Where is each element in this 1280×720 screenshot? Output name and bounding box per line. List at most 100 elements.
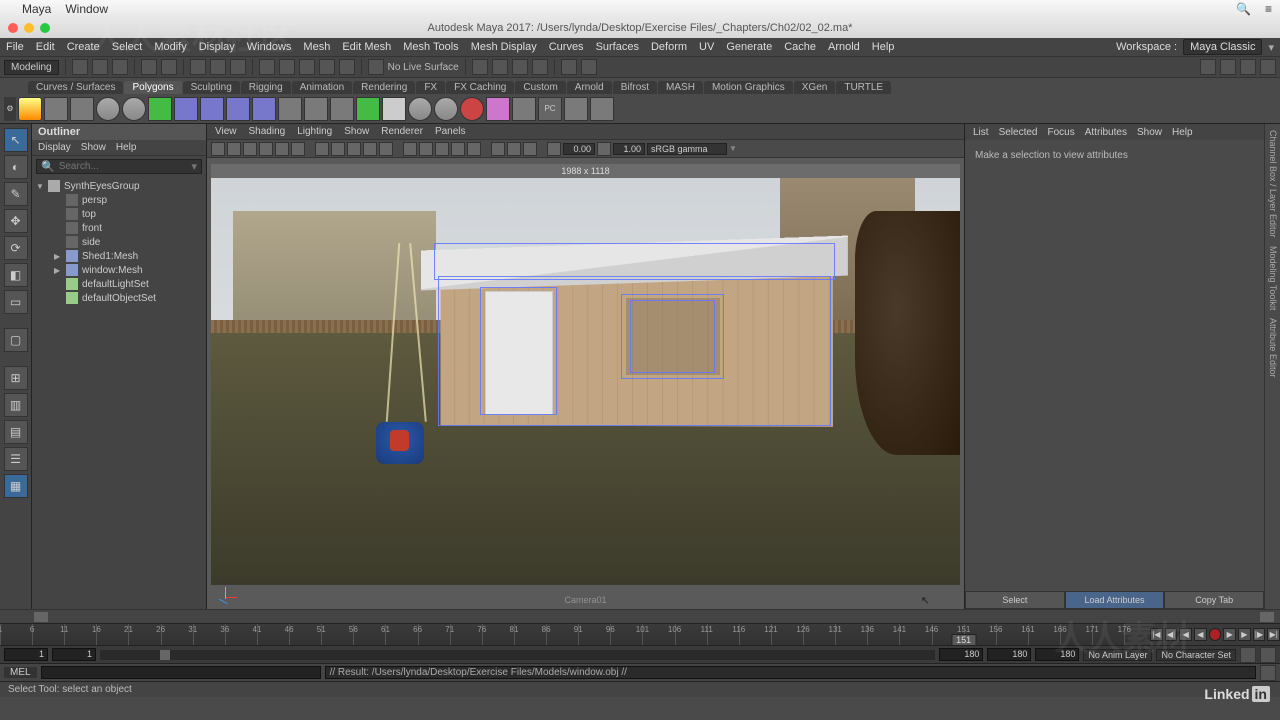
shelf-options-icon[interactable]: ⚙ <box>4 97 16 121</box>
film-gate-icon[interactable] <box>259 142 273 156</box>
outliner-item[interactable]: side <box>32 235 206 249</box>
shelf-tab[interactable]: Motion Graphics <box>704 81 793 94</box>
new-scene-icon[interactable] <box>72 59 88 75</box>
gamma-icon[interactable] <box>597 142 611 156</box>
camera-select-icon[interactable] <box>211 142 225 156</box>
lasso-tool-icon[interactable]: ◐ <box>4 155 28 179</box>
anim-layer-dropdown[interactable]: No Anim Layer <box>1083 649 1152 661</box>
paint-select-icon[interactable] <box>230 59 246 75</box>
menu-item[interactable]: Display <box>199 41 235 53</box>
shelf-button[interactable] <box>356 97 380 121</box>
snap-point-icon[interactable] <box>299 59 315 75</box>
lasso-mode-icon[interactable] <box>210 59 226 75</box>
chevron-down-icon[interactable]: ▼ <box>729 144 737 153</box>
isolate-icon[interactable] <box>403 142 417 156</box>
step-forward-key-icon[interactable]: |▶ <box>1253 628 1266 641</box>
viewport-menu-item[interactable]: Shading <box>249 126 286 137</box>
wireframe-icon[interactable] <box>315 142 329 156</box>
right-tab[interactable]: Channel Box / Layer Editor <box>1267 130 1278 238</box>
layout-side-icon[interactable]: ▤ <box>4 420 28 444</box>
lights-icon[interactable] <box>363 142 377 156</box>
menu-item[interactable]: File <box>6 41 24 53</box>
play-back-icon[interactable]: ◀ <box>1194 628 1207 641</box>
script-editor-icon[interactable] <box>1260 665 1276 681</box>
ipr-icon[interactable] <box>512 59 528 75</box>
backface-icon[interactable] <box>451 142 465 156</box>
sidebars-icon-4[interactable] <box>1260 59 1276 75</box>
play-forward-icon[interactable]: ▶ <box>1223 628 1236 641</box>
outliner-menu-item[interactable]: Help <box>116 142 137 153</box>
shelf-tab[interactable]: XGen <box>794 81 836 94</box>
smooth-icon[interactable] <box>467 142 481 156</box>
shelf-button[interactable] <box>18 97 42 121</box>
shelf-button[interactable] <box>304 97 328 121</box>
mac-window-menu[interactable]: Window <box>65 2 108 16</box>
layout-single-icon[interactable]: ▢ <box>4 328 28 352</box>
shelf-tab[interactable]: MASH <box>658 81 703 94</box>
shelf-tab[interactable]: Rendering <box>353 81 415 94</box>
shaded-icon[interactable] <box>331 142 345 156</box>
outliner-menu-item[interactable]: Show <box>81 142 106 153</box>
outliner-item[interactable]: defaultObjectSet <box>32 291 206 305</box>
time-slider[interactable]: 1611162126313641465156616671768186919610… <box>0 623 1280 645</box>
menu-item[interactable]: Generate <box>726 41 772 53</box>
script-lang-toggle[interactable]: MEL <box>4 667 37 678</box>
menu-item[interactable]: Select <box>112 41 143 53</box>
outliner-item[interactable]: window:Mesh <box>32 263 206 277</box>
menu-item[interactable]: Help <box>872 41 895 53</box>
snap-curve-icon[interactable] <box>279 59 295 75</box>
playback-start-field[interactable]: 1 <box>52 648 96 661</box>
gate-mask-icon[interactable] <box>291 142 305 156</box>
layout-4view-icon[interactable]: ⊞ <box>4 366 28 390</box>
shelf-button[interactable] <box>486 97 510 121</box>
menu-item[interactable]: Modify <box>154 41 186 53</box>
ao-icon[interactable] <box>507 142 521 156</box>
last-tool-icon[interactable]: ▭ <box>4 290 28 314</box>
shelf-tab[interactable]: Arnold <box>567 81 612 94</box>
shelf-button[interactable] <box>512 97 536 121</box>
shadows-icon[interactable] <box>379 142 393 156</box>
shelf-tab[interactable]: FX Caching <box>446 81 514 94</box>
menu-item[interactable]: Mesh <box>303 41 330 53</box>
scale-tool-icon[interactable]: ◧ <box>4 263 28 287</box>
layout-outline-icon[interactable]: ☰ <box>4 447 28 471</box>
menu-item[interactable]: Mesh Display <box>471 41 537 53</box>
menu-item[interactable]: Surfaces <box>596 41 639 53</box>
outliner-item[interactable]: defaultLightSet <box>32 277 206 291</box>
autokey-icon[interactable] <box>1240 647 1256 663</box>
outliner-tree[interactable]: SynthEyesGrouppersptopfrontsideShed1:Mes… <box>32 177 206 307</box>
shelf-button[interactable] <box>174 97 198 121</box>
shelf-tab[interactable]: Bifrost <box>613 81 657 94</box>
shelf-button[interactable] <box>434 97 458 121</box>
chevron-down-icon[interactable]: ▾ <box>191 160 197 173</box>
shelf-tab[interactable]: Sculpting <box>183 81 240 94</box>
zoom-window-button[interactable] <box>40 23 50 33</box>
outliner-item[interactable]: front <box>32 221 206 235</box>
outliner-item[interactable]: top <box>32 207 206 221</box>
shelf-button[interactable] <box>590 97 614 121</box>
goto-end-icon[interactable]: ▶| <box>1267 628 1280 641</box>
xray-joints-icon[interactable] <box>435 142 449 156</box>
move-tool-icon[interactable]: ✥ <box>4 209 28 233</box>
record-icon[interactable] <box>1209 628 1222 641</box>
shelf-tab[interactable]: Rigging <box>241 81 291 94</box>
redo-icon[interactable] <box>161 59 177 75</box>
step-back-icon[interactable]: ◀ <box>1179 628 1192 641</box>
shelf-button[interactable] <box>252 97 276 121</box>
shelf-button[interactable] <box>460 97 484 121</box>
outliner-scroll[interactable] <box>0 609 1280 623</box>
colormgmt-dropdown[interactable]: sRGB gamma <box>647 143 727 155</box>
image-plane-icon[interactable] <box>243 142 257 156</box>
shelf-tab[interactable]: Curves / Surfaces <box>28 81 123 94</box>
save-scene-icon[interactable] <box>112 59 128 75</box>
shelf-button[interactable] <box>96 97 120 121</box>
viewport-menu-item[interactable]: Lighting <box>297 126 332 137</box>
open-scene-icon[interactable] <box>92 59 108 75</box>
render-icon[interactable] <box>492 59 508 75</box>
time-cursor[interactable]: 151 <box>951 634 976 646</box>
range-end-field[interactable]: 180 <box>987 648 1031 661</box>
shelf-button[interactable] <box>44 97 68 121</box>
shelf-button[interactable]: PC <box>538 97 562 121</box>
sidebars-icon-2[interactable] <box>1220 59 1236 75</box>
ae-menu-item[interactable]: Show <box>1137 127 1162 138</box>
